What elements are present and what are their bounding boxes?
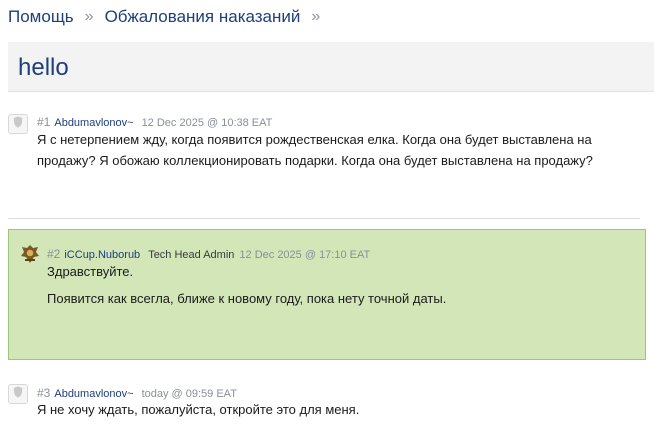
post-body: Я с нетерпением жду, когда появится рожд… xyxy=(37,132,593,168)
breadcrumb-separator: » xyxy=(84,8,94,25)
post-body: Я не хочу ждать, пожалуйста, откройте эт… xyxy=(37,402,360,417)
post-time: 12 Dec 2025 @ 17:10 EAT xyxy=(239,249,371,261)
avatar[interactable] xyxy=(8,114,28,134)
post-meta: #3 Abdumavlonov~ today @ 09:59 EAT xyxy=(37,386,237,400)
breadcrumb-separator: » xyxy=(311,8,321,25)
post-meta: #1 Abdumavlonov~ 12 Dec 2025 @ 10:38 EAT xyxy=(37,115,272,129)
post-meta: #2 iCCup.Nuborub Tech Head Admin 12 Dec … xyxy=(47,247,370,261)
post-number[interactable]: #1 xyxy=(37,115,50,129)
post-time: 12 Dec 2025 @ 10:38 EAT xyxy=(141,117,273,129)
breadcrumb-link-appeals[interactable]: Обжалования наказаний xyxy=(105,7,301,27)
breadcrumb-link-help[interactable]: Помощь xyxy=(8,7,74,27)
crest-icon xyxy=(19,243,41,270)
topic-title: hello xyxy=(18,54,69,81)
post-author[interactable]: Abdumavlonov~ xyxy=(54,117,133,129)
avatar[interactable] xyxy=(19,243,41,270)
divider xyxy=(8,218,640,219)
shield-icon xyxy=(13,385,23,403)
post-number[interactable]: #2 xyxy=(47,247,60,261)
shield-icon xyxy=(13,115,23,133)
post-number[interactable]: #3 xyxy=(37,386,50,400)
avatar[interactable] xyxy=(8,384,28,404)
topic-header: hello xyxy=(8,42,654,92)
breadcrumb: Помощь » Обжалования наказаний » xyxy=(8,6,331,28)
author-role: Tech Head Admin xyxy=(148,249,235,261)
post-body-line-1: Здравствуйте. xyxy=(47,264,134,279)
post-body-line-2: Появится как всегла, ближе к новому году… xyxy=(47,291,447,306)
post-author[interactable]: iCCup.Nuborub xyxy=(64,249,140,261)
